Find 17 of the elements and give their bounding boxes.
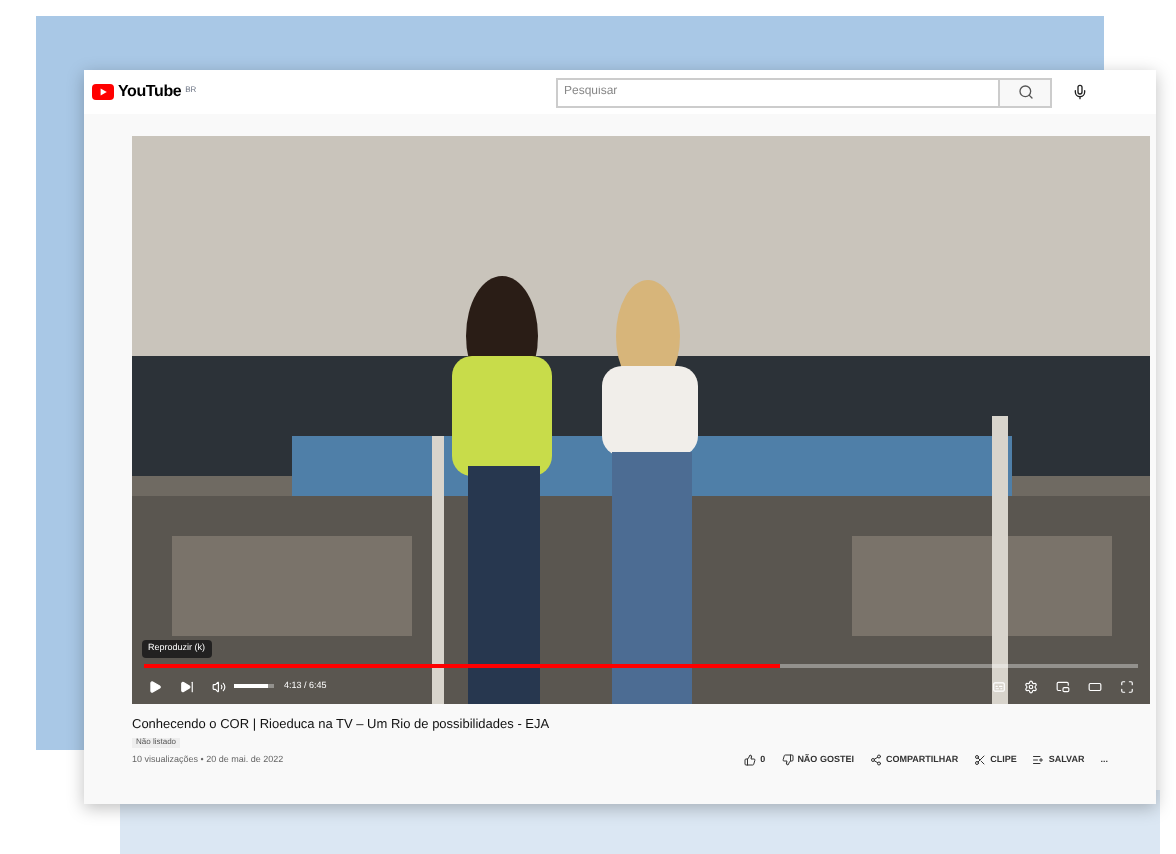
scissors-icon bbox=[974, 753, 987, 766]
miniplayer-icon[interactable] bbox=[1056, 679, 1070, 693]
share-icon bbox=[869, 753, 882, 766]
theater-mode-icon[interactable] bbox=[1088, 679, 1102, 693]
settings-icon[interactable] bbox=[1024, 679, 1038, 693]
next-icon[interactable] bbox=[180, 679, 194, 693]
playlist-add-icon bbox=[1032, 753, 1045, 766]
play-logo-icon bbox=[92, 84, 114, 100]
fullscreen-icon[interactable] bbox=[1120, 679, 1134, 693]
search-button[interactable] bbox=[1000, 77, 1052, 107]
microphone-icon[interactable] bbox=[1072, 84, 1088, 100]
play-icon[interactable] bbox=[148, 679, 162, 693]
logo-text: YouTube bbox=[118, 84, 182, 100]
search-icon bbox=[1017, 84, 1033, 100]
volume-icon[interactable] bbox=[212, 679, 226, 693]
thumbs-up-icon bbox=[744, 753, 757, 766]
thumbs-down-icon bbox=[781, 753, 794, 766]
